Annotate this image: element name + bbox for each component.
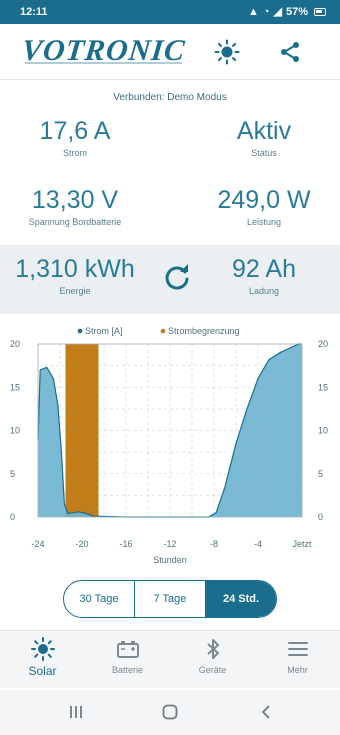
notification-icon: ▲ [247,5,259,18]
metric-status-label: Status [251,148,277,158]
status-icons: ▲ ◔ ◢ 57% [248,5,326,18]
limit-bar [65,344,99,517]
solar-icon [30,637,55,661]
x-tick-label: -16 [119,539,132,549]
legend-marker [77,328,83,334]
metric-strom: 17,6 A Strom [0,117,150,158]
y-tick-label-right: 0 [318,512,323,522]
legend-label: Strom [A] [85,326,123,336]
metric-energie-label: Energie [59,286,91,296]
app-bar: VOTRONIC [0,24,340,80]
range-7-days[interactable]: 7 Tage [135,581,206,617]
metric-status-value: Aktiv [236,117,292,145]
nav-item-mehr[interactable]: Mehr [255,631,340,688]
brand-logo: VOTRONIC [20,34,187,67]
recent-apps-icon [70,706,82,718]
range-selector: 30 Tage 7 Tage 24 Std. [63,580,277,618]
home-icon [162,704,178,720]
refresh-icon [165,264,189,290]
metric-ladung-label: Ladung [248,286,280,296]
status-bar: 12:11 ▲ ◔ ◢ 57% [0,0,340,24]
y-tick-label-left: 15 [10,382,20,392]
y-tick-label-right: 20 [318,339,328,349]
system-nav-bar [0,690,340,735]
metric-leistung: 249,0 W Leistung [189,186,339,227]
x-tick-label: -24 [31,539,44,549]
back-button[interactable] [256,702,276,722]
battery-icon [314,7,326,16]
menu-icon [286,637,310,661]
battery-nav-icon [116,637,140,661]
metric-energie-value: 1,310 kWh [15,255,135,283]
metric-strom-value: 17,6 A [39,117,111,145]
recent-apps-button[interactable] [66,702,86,722]
chart-legend: Strom [A] Strombegrenzung [77,326,240,336]
nav-label-solar: Solar [28,664,57,678]
x-tick-label: -4 [254,539,262,549]
metric-ladung: 92 Ah Ladung [189,255,339,296]
brightness-button[interactable] [213,38,241,66]
current-chart: Strom [A] Strombegrenzung 0 0 5 5 10 10 15 15 20 2… [0,320,340,570]
home-button[interactable] [160,702,180,722]
x-tick-label: Jetzt [292,539,312,549]
x-tick-label: -20 [75,539,88,549]
nav-item-solar[interactable]: Solar [0,631,85,688]
bottom-nav: Solar Batterie Geräte Mehr [0,630,340,688]
bluetooth-icon [201,637,225,661]
y-tick-label-right: 5 [318,469,323,479]
metric-spannung-label: Spannung Bordbatterie [28,217,122,227]
x-tick-label: -8 [210,539,218,549]
wifi-icon: ◔ [262,5,270,18]
nav-label-mehr: Mehr [287,665,308,675]
metric-energie: 1,310 kWh Energie [0,255,150,296]
share-icon [281,42,299,62]
y-tick-label-right: 15 [318,382,328,392]
signal-icon: ◢ [273,6,282,18]
legend-label: Strombegrenzung [168,326,240,336]
y-tick-label-left: 0 [10,512,15,522]
range-30-days[interactable]: 30 Tage [64,581,135,617]
sun-icon [214,39,240,65]
legend-marker [160,328,166,334]
y-tick-label-left: 20 [10,339,20,349]
y-tick-label-left: 10 [10,426,20,436]
metric-spannung: 13,30 V Spannung Bordbatterie [0,186,150,227]
nav-item-batterie[interactable]: Batterie [85,631,170,688]
chart-svg: Strom [A] Strombegrenzung 0 0 5 5 10 10 15 15 20 2… [10,326,328,565]
nav-label-geraete: Geräte [198,665,227,675]
metric-status: Aktiv Status [189,117,339,158]
range-24-hours[interactable]: 24 Std. [206,581,276,617]
y-tick-label-left: 5 [10,469,15,479]
metric-strom-label: Strom [62,148,87,158]
y-tick-label-right: 10 [318,426,328,436]
share-button[interactable] [276,38,304,66]
battery-percent: 57% [285,5,308,18]
nav-label-batterie: Batterie [111,665,144,675]
metric-leistung-label: Leistung [246,217,282,227]
metric-ladung-value: 92 Ah [232,255,296,283]
connection-status: Verbunden: Demo Modus [113,92,227,103]
metric-spannung-value: 13,30 V [31,186,119,214]
metric-leistung-value: 249,0 W [217,186,311,214]
x-axis-label: Stunden [153,555,187,565]
nav-item-geraete[interactable]: Geräte [170,631,255,688]
status-time: 12:11 [20,6,48,18]
back-icon [261,705,270,719]
x-tick-label: -12 [163,539,176,549]
